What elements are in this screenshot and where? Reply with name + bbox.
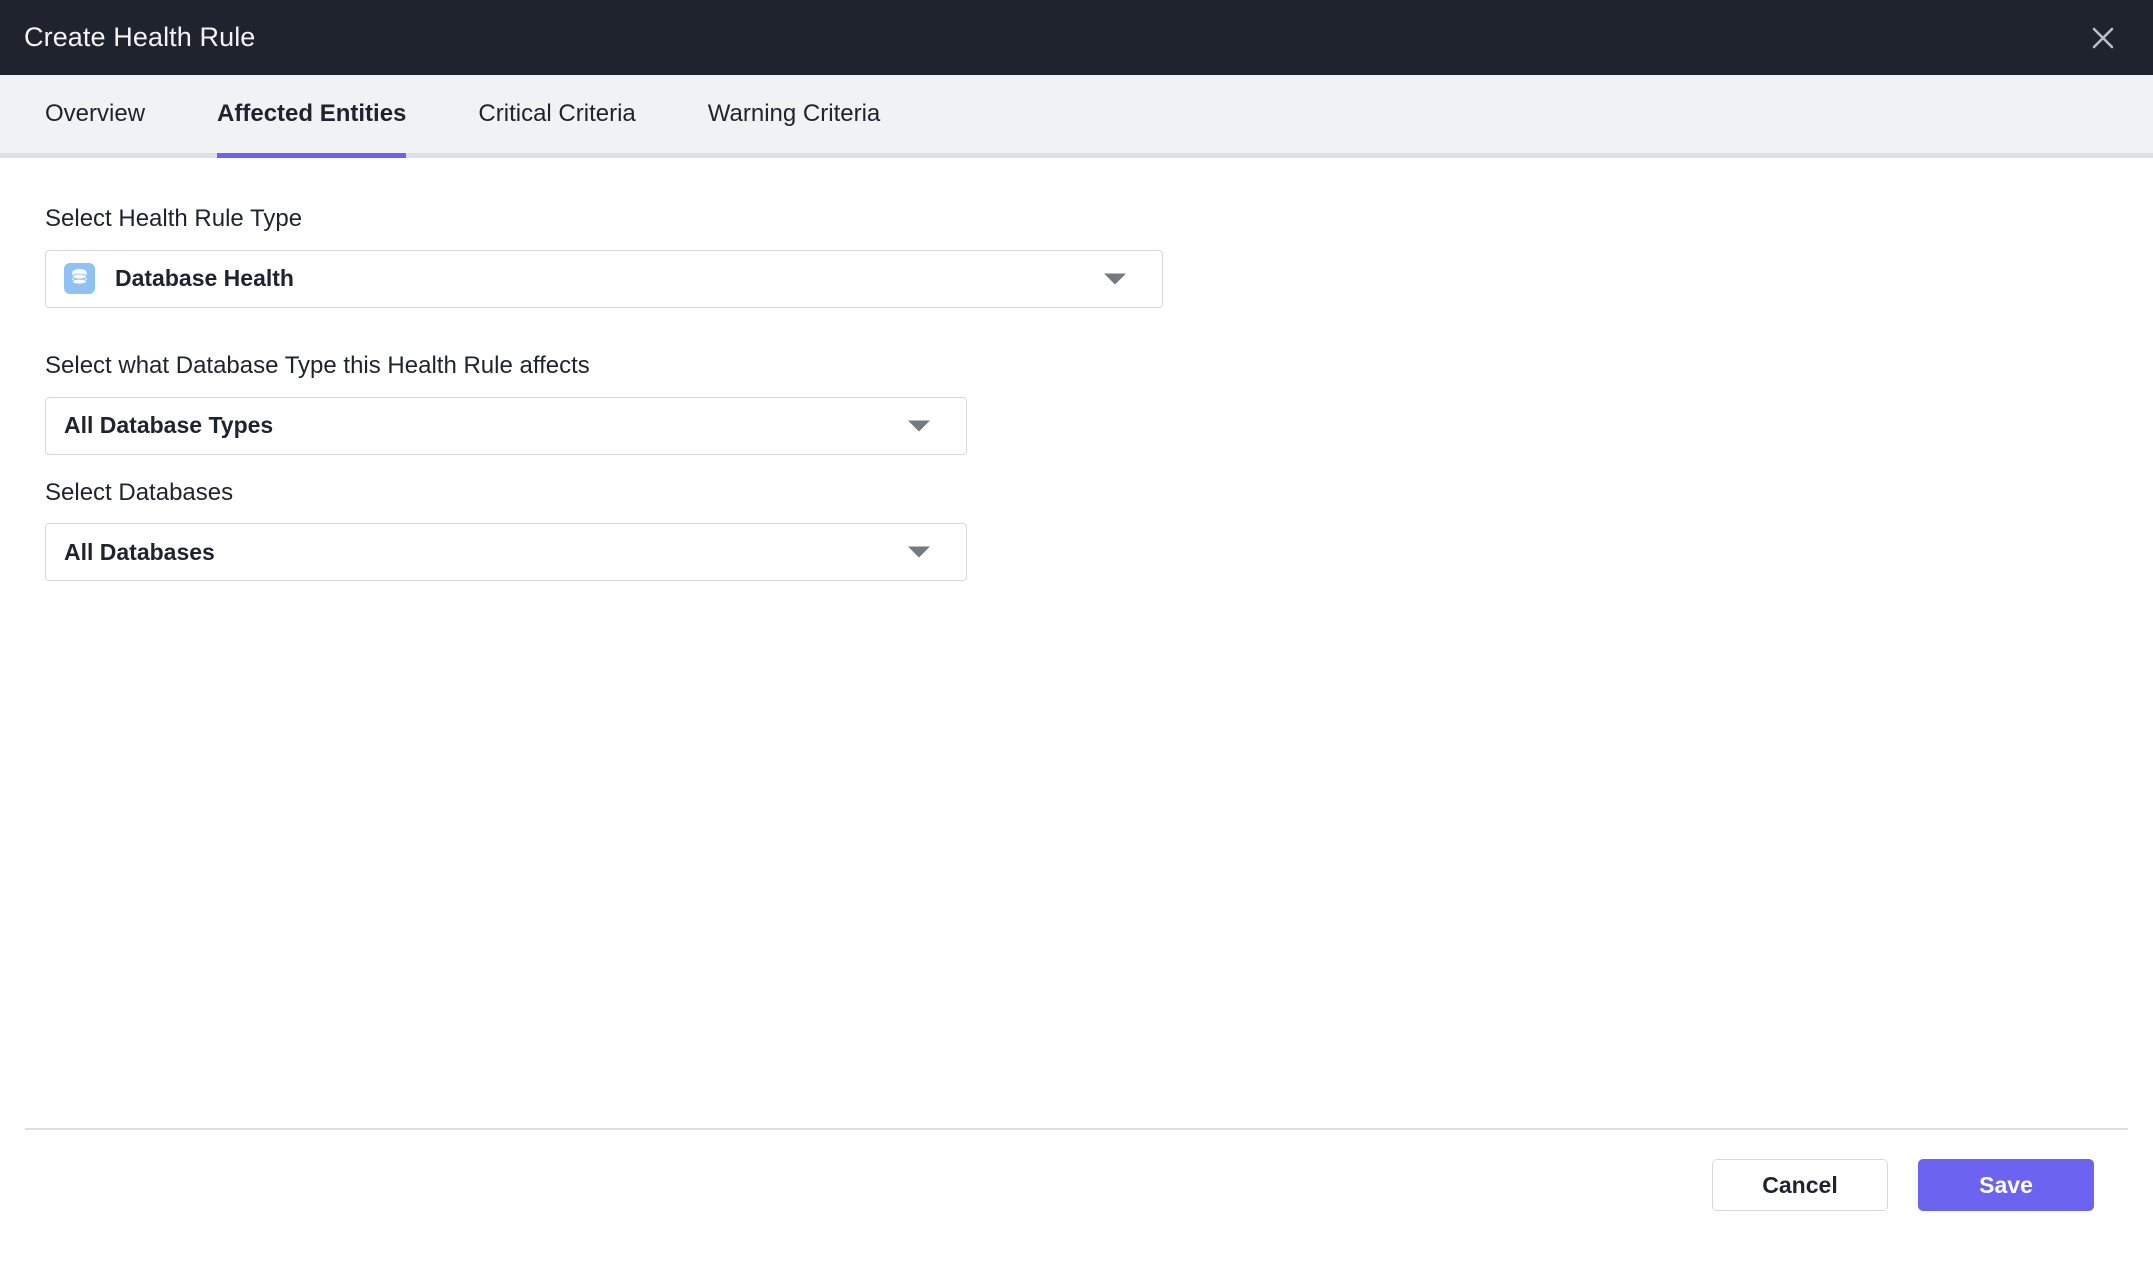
- database-type-label: Select what Database Type this Health Ru…: [45, 351, 590, 379]
- create-health-rule-dialog: Create Health Rule Overview Affected Ent…: [0, 0, 2153, 1270]
- cancel-button-label: Cancel: [1762, 1171, 1838, 1198]
- health-rule-type-label: Select Health Rule Type: [45, 205, 303, 232]
- tab-label: Affected Entities: [217, 100, 407, 127]
- databases-label: Select Databases: [45, 478, 234, 506]
- dialog-body: Select Health Rule Type Database Health …: [0, 158, 2153, 1128]
- tab-overview[interactable]: Overview: [45, 75, 145, 153]
- chevron-down-icon: [908, 546, 930, 558]
- field-group-database-type: Select what Database Type this Health Ru…: [45, 352, 2108, 455]
- databases-value: All Databases: [64, 538, 215, 565]
- tab-label: Critical Criteria: [478, 100, 636, 127]
- chevron-down-icon: [908, 420, 930, 432]
- close-icon: [2088, 23, 2118, 53]
- tab-critical-criteria[interactable]: Critical Criteria: [478, 75, 635, 153]
- footer-spacer: [0, 1240, 2153, 1270]
- dialog-footer: Cancel Save: [25, 1128, 2128, 1240]
- save-button-label: Save: [1979, 1171, 2033, 1198]
- database-type-value: All Database Types: [64, 412, 274, 439]
- database-icon: [64, 263, 95, 295]
- tab-warning-criteria[interactable]: Warning Criteria: [708, 75, 881, 153]
- tab-bar: Overview Affected Entities Critical Crit…: [0, 75, 2153, 158]
- chevron-down-icon: [1104, 273, 1126, 285]
- cancel-button[interactable]: Cancel: [1712, 1159, 1888, 1211]
- health-rule-type-value: Database Health: [115, 265, 294, 292]
- field-group-health-rule-type: Select Health Rule Type Database Health: [45, 205, 2108, 308]
- save-button[interactable]: Save: [1918, 1159, 2094, 1211]
- database-type-select[interactable]: All Database Types: [45, 396, 967, 455]
- tab-label: Overview: [45, 100, 146, 127]
- tab-label: Warning Criteria: [707, 100, 881, 127]
- health-rule-type-select[interactable]: Database Health: [45, 249, 1163, 308]
- page-title: Create Health Rule: [24, 22, 256, 52]
- close-button[interactable]: [2081, 16, 2125, 60]
- databases-select[interactable]: All Databases: [45, 523, 967, 582]
- dialog-header: Create Health Rule: [0, 0, 2153, 75]
- tab-affected-entities[interactable]: Affected Entities: [217, 75, 407, 158]
- field-group-databases: Select Databases All Databases: [45, 479, 2108, 582]
